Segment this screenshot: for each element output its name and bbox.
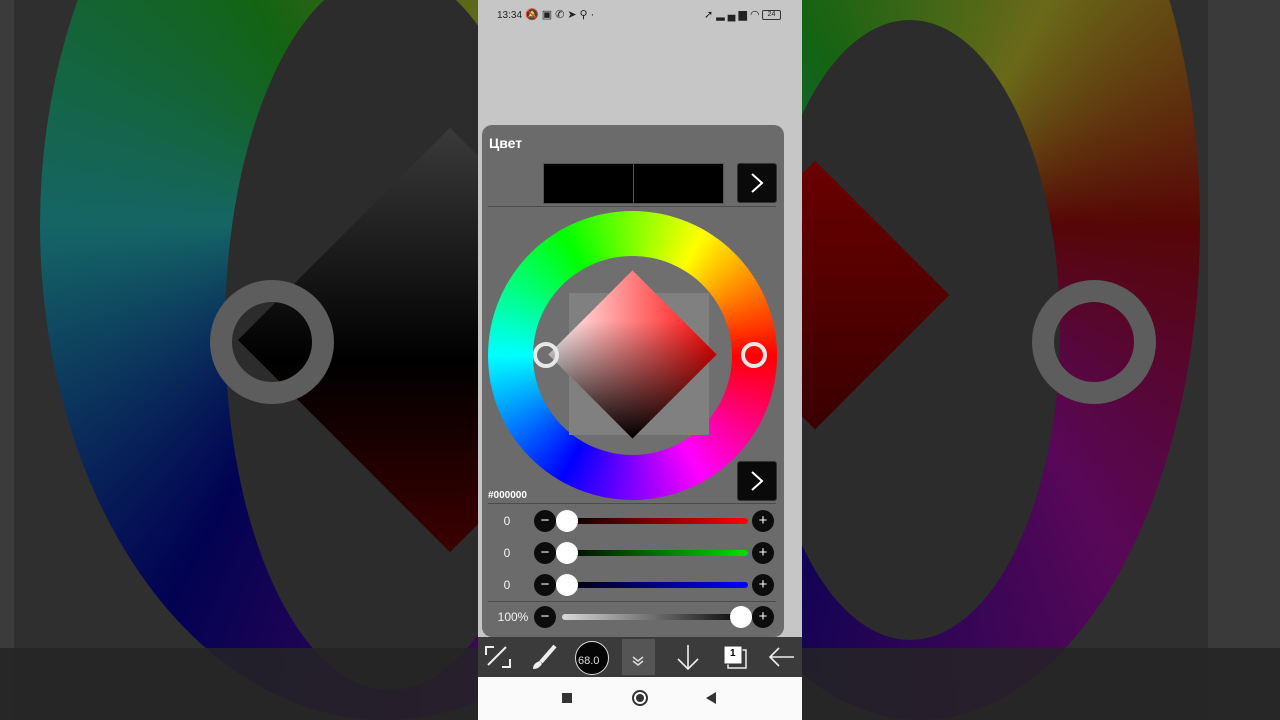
hex-value[interactable]: #000000	[488, 490, 527, 501]
blue-value: 0	[503, 578, 511, 592]
wifi-icon: ◠	[749, 9, 763, 21]
divider	[488, 503, 776, 504]
chevron-right-icon	[751, 471, 764, 491]
telegram-icon: ➤	[567, 9, 580, 21]
background-handle-right	[1032, 280, 1156, 404]
mute-icon: 🔕	[525, 9, 542, 21]
down-button[interactable]	[668, 637, 708, 677]
opacity-increase-button[interactable]: +	[752, 606, 774, 628]
recents-button[interactable]	[562, 693, 572, 703]
phone-screen: 13:34 🔕▣✆➤⚲· ➚▂▄▆◠ 24 Цвет #000000 0 − +…	[478, 0, 802, 720]
collapse-icon	[632, 656, 644, 666]
blue-decrease-button[interactable]: −	[534, 574, 556, 596]
layers-button[interactable]: 1	[715, 637, 755, 677]
background-handle-left	[210, 280, 334, 404]
transform-tool-button[interactable]	[478, 637, 518, 677]
whatsapp-icon: ✆	[555, 9, 568, 21]
wheel-mode-button[interactable]	[737, 461, 777, 501]
palette-expand-button[interactable]	[737, 163, 777, 203]
green-value: 0	[503, 546, 511, 560]
layer-count: 1	[730, 648, 736, 659]
color-panel: Цвет #000000 0 − + 0 − + 0 − + 100% − +	[482, 125, 784, 637]
system-icons: ➚▂▄▆◠	[704, 8, 763, 21]
red-increase-button[interactable]: +	[752, 510, 774, 532]
home-icon	[636, 694, 644, 702]
brush-size-button[interactable]: 68.0	[572, 637, 612, 677]
opacity-slider-track[interactable]	[562, 614, 748, 620]
brush-tool-button[interactable]	[525, 637, 565, 677]
green-slider-track[interactable]	[562, 550, 748, 556]
battery-icon: 24	[762, 10, 781, 20]
status-bar: 13:34 🔕▣✆➤⚲· ➚▂▄▆◠ 24	[478, 0, 802, 30]
previous-color-swatch[interactable]	[633, 163, 724, 204]
bottom-toolbar: 68.0 1	[478, 637, 802, 677]
divider	[488, 206, 776, 207]
nfc-icon: ▣	[541, 9, 556, 21]
blue-channel-row: 0 − +	[482, 573, 784, 597]
current-color-swatch[interactable]	[543, 163, 634, 204]
location-icon: ⚲	[579, 9, 591, 21]
hue-handle[interactable]	[741, 342, 767, 368]
red-slider-knob[interactable]	[556, 510, 578, 532]
red-decrease-button[interactable]: −	[534, 510, 556, 532]
brush-icon	[533, 644, 557, 669]
notification-icons: 🔕▣✆➤⚲·	[525, 8, 597, 21]
down-arrow-icon	[677, 645, 699, 671]
opacity-row: 100% − +	[482, 605, 784, 629]
chevron-right-icon	[751, 173, 764, 193]
saturation-value-handle[interactable]	[533, 342, 559, 368]
brush-size-label: 68.0	[578, 655, 600, 667]
back-button[interactable]	[706, 692, 716, 704]
signal-icon: ▂▄▆	[716, 9, 750, 21]
opacity-value: 100%	[497, 610, 529, 624]
opacity-slider-knob[interactable]	[730, 606, 752, 628]
system-nav-bar	[478, 677, 802, 720]
opacity-decrease-button[interactable]: −	[534, 606, 556, 628]
green-increase-button[interactable]: +	[752, 542, 774, 564]
green-decrease-button[interactable]: −	[534, 542, 556, 564]
panel-title: Цвет	[489, 135, 523, 151]
blue-slider-knob[interactable]	[556, 574, 578, 596]
red-channel-row: 0 − +	[482, 509, 784, 533]
blue-increase-button[interactable]: +	[752, 574, 774, 596]
collapse-toolbar-button[interactable]	[622, 639, 655, 675]
location-arrow-icon: ➚	[704, 9, 717, 21]
background-edge-right	[1208, 0, 1280, 720]
blue-slider-track[interactable]	[562, 582, 748, 588]
status-time: 13:34	[497, 10, 523, 21]
back-arrow-icon	[768, 647, 794, 667]
transform-icon	[485, 646, 511, 668]
red-value: 0	[503, 514, 511, 528]
red-slider-track[interactable]	[562, 518, 748, 524]
home-button[interactable]	[632, 690, 648, 706]
dot-icon: ·	[590, 9, 598, 21]
back-tool-button[interactable]	[762, 637, 802, 677]
green-channel-row: 0 − +	[482, 541, 784, 565]
green-slider-knob[interactable]	[556, 542, 578, 564]
background-edge	[0, 0, 14, 720]
divider	[488, 601, 776, 602]
